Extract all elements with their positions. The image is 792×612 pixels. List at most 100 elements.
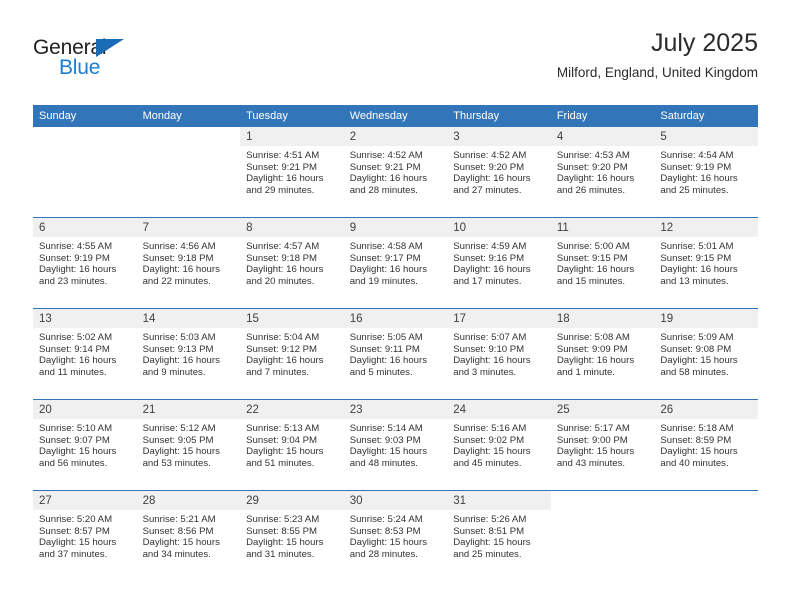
day-detail-daylight-line1: Daylight: 16 hours: [453, 264, 531, 276]
calendar-day-cell[interactable]: 31 Sunrise: 5:26 AM Sunset: 8:51 PM Dayligh…: [447, 490, 551, 581]
calendar-day-cell-empty: [137, 127, 241, 218]
day-cell-inner: 14 Sunrise: 5:03 AM Sunset: 9:13 PM Dayligh…: [136, 309, 241, 399]
day-detail-sunset: Sunset: 9:08 PM: [660, 343, 732, 355]
day-detail-daylight-line2: and 37 minutes.: [39, 548, 108, 560]
calendar-day-cell[interactable]: 21 Sunrise: 5:12 AM Sunset: 9:05 PM Dayligh…: [136, 399, 241, 491]
weekday-header-wednesday: Wednesday: [343, 105, 448, 127]
calendar-day-cell[interactable]: 22 Sunrise: 5:13 AM Sunset: 9:04 PM Dayligh…: [240, 399, 344, 491]
day-number: 23: [343, 400, 448, 419]
weekday-header-tuesday: Tuesday: [240, 105, 344, 127]
calendar-day-cell[interactable]: 7 Sunrise: 4:56 AM Sunset: 9:18 PM Daylight…: [136, 217, 241, 309]
calendar-day-cell[interactable]: 3 Sunrise: 4:52 AM Sunset: 9:20 PM Daylight…: [447, 127, 551, 218]
calendar-day-cell[interactable]: 14 Sunrise: 5:03 AM Sunset: 9:13 PM Dayligh…: [136, 308, 241, 400]
day-detail-daylight-line2: and 5 minutes.: [349, 366, 413, 378]
page-header: General Blue July 2025 Milford, England,…: [33, 28, 758, 94]
day-number: 24: [447, 400, 551, 419]
day-detail-sunset: Sunset: 9:18 PM: [142, 252, 214, 264]
calendar-day-cell[interactable]: 12 Sunrise: 5:01 AM Sunset: 9:15 PM Dayligh…: [654, 217, 758, 309]
day-detail-daylight-line2: and 17 minutes.: [453, 275, 522, 287]
day-cell-inner: 3 Sunrise: 4:52 AM Sunset: 9:20 PM Daylight…: [447, 127, 551, 217]
day-number: 8: [240, 218, 344, 237]
day-cell-inner: 18 Sunrise: 5:08 AM Sunset: 9:09 PM Dayligh…: [550, 309, 655, 399]
day-detail-daylight-line2: and 56 minutes.: [39, 457, 108, 469]
day-cell-inner: 11 Sunrise: 5:00 AM Sunset: 9:15 PM Dayligh…: [550, 218, 655, 308]
day-detail-sunrise: Sunrise: 5:21 AM: [142, 514, 216, 525]
calendar-day-cell[interactable]: 1 Sunrise: 4:51 AM Sunset: 9:21 PM Daylight…: [240, 127, 344, 218]
day-detail-daylight-line1: Daylight: 16 hours: [246, 264, 324, 276]
day-detail-daylight-line1: Daylight: 16 hours: [660, 264, 738, 276]
calendar-day-cell[interactable]: 25 Sunrise: 5:17 AM Sunset: 9:00 PM Dayligh…: [550, 399, 655, 491]
day-number: 27: [33, 491, 137, 510]
calendar-day-cell[interactable]: 16 Sunrise: 5:05 AM Sunset: 9:11 PM Dayligh…: [343, 308, 448, 400]
day-cell-inner: 27 Sunrise: 5:20 AM Sunset: 8:57 PM Dayligh…: [33, 491, 137, 581]
day-detail-sunrise: Sunrise: 4:59 AM: [453, 241, 527, 252]
calendar-day-cell[interactable]: 10 Sunrise: 4:59 AM Sunset: 9:16 PM Dayligh…: [447, 217, 551, 309]
calendar-day-cell[interactable]: 6 Sunrise: 4:55 AM Sunset: 9:19 PM Daylight…: [33, 217, 137, 309]
calendar-day-cell[interactable]: 30 Sunrise: 5:24 AM Sunset: 8:53 PM Dayligh…: [343, 490, 448, 581]
calendar-day-cell[interactable]: 29 Sunrise: 5:23 AM Sunset: 8:55 PM Dayligh…: [240, 490, 344, 581]
calendar-week-row: 27 Sunrise: 5:20 AM Sunset: 8:57 PM Dayligh…: [33, 490, 758, 581]
weekday-header-friday: Friday: [550, 105, 655, 127]
day-number: [551, 491, 655, 510]
day-detail-daylight-line1: Daylight: 16 hours: [349, 355, 428, 367]
day-detail-sunrise: Sunrise: 5:03 AM: [142, 332, 216, 343]
day-detail-sunset: Sunset: 9:17 PM: [349, 252, 421, 264]
day-detail-sunset: Sunset: 9:04 PM: [246, 434, 318, 446]
day-detail-daylight-line1: Daylight: 16 hours: [453, 173, 531, 185]
title-block: July 2025 Milford, England, United Kingd…: [557, 28, 758, 84]
day-detail-sunrise: Sunrise: 4:52 AM: [349, 150, 423, 161]
calendar-day-cell[interactable]: 8 Sunrise: 4:57 AM Sunset: 9:18 PM Daylight…: [240, 217, 344, 309]
day-detail-sunrise: Sunrise: 4:52 AM: [453, 150, 527, 161]
day-details: Sunrise: 5:10 AM Sunset: 9:07 PM Daylight:…: [33, 419, 137, 469]
calendar-day-cell[interactable]: 11 Sunrise: 5:00 AM Sunset: 9:15 PM Dayligh…: [550, 217, 655, 309]
day-details: Sunrise: 5:12 AM Sunset: 9:05 PM Daylight:…: [137, 419, 241, 469]
day-detail-sunset: Sunset: 9:10 PM: [453, 343, 525, 355]
day-detail-sunset: Sunset: 8:55 PM: [246, 525, 318, 537]
calendar-day-cell[interactable]: 23 Sunrise: 5:14 AM Sunset: 9:03 PM Dayligh…: [343, 399, 448, 491]
calendar-page: General Blue July 2025 Milford, England,…: [0, 0, 792, 612]
day-cell-inner: 4 Sunrise: 4:53 AM Sunset: 9:20 PM Daylight…: [550, 127, 655, 217]
day-detail-sunrise: Sunrise: 5:10 AM: [39, 423, 113, 434]
general-blue-logo[interactable]: General Blue: [33, 36, 233, 88]
calendar-day-cell[interactable]: 24 Sunrise: 5:16 AM Sunset: 9:02 PM Dayligh…: [447, 399, 551, 491]
day-cell-inner: 6 Sunrise: 4:55 AM Sunset: 9:19 PM Daylight…: [33, 218, 137, 308]
day-detail-sunset: Sunset: 8:53 PM: [349, 525, 421, 537]
day-details: Sunrise: 5:23 AM Sunset: 8:55 PM Daylight:…: [240, 510, 344, 560]
day-detail-daylight-line2: and 20 minutes.: [246, 275, 315, 287]
day-detail-sunset: Sunset: 8:56 PM: [142, 525, 214, 537]
day-detail-sunset: Sunset: 9:20 PM: [453, 161, 525, 173]
day-detail-daylight-line1: Daylight: 16 hours: [142, 355, 220, 367]
day-cell-inner: 2 Sunrise: 4:52 AM Sunset: 9:21 PM Daylight…: [343, 127, 448, 217]
day-detail-sunset: Sunset: 9:21 PM: [246, 161, 318, 173]
day-cell-inner: 17 Sunrise: 5:07 AM Sunset: 9:10 PM Dayligh…: [447, 309, 551, 399]
day-cell-inner: 9 Sunrise: 4:58 AM Sunset: 9:17 PM Daylight…: [343, 218, 448, 308]
calendar-day-cell[interactable]: 27 Sunrise: 5:20 AM Sunset: 8:57 PM Dayligh…: [33, 490, 137, 581]
calendar-day-cell[interactable]: 15 Sunrise: 5:04 AM Sunset: 9:12 PM Dayligh…: [240, 308, 344, 400]
day-detail-daylight-line1: Daylight: 15 hours: [660, 446, 738, 458]
day-details: Sunrise: 4:54 AM Sunset: 9:19 PM Daylight:…: [654, 146, 758, 196]
day-cell-inner: 26 Sunrise: 5:18 AM Sunset: 8:59 PM Dayligh…: [654, 400, 758, 490]
day-detail-sunset: Sunset: 9:15 PM: [660, 252, 732, 264]
day-detail-sunset: Sunset: 9:19 PM: [660, 161, 732, 173]
calendar-day-cell[interactable]: 20 Sunrise: 5:10 AM Sunset: 9:07 PM Dayligh…: [33, 399, 137, 491]
day-detail-daylight-line1: Daylight: 15 hours: [349, 446, 428, 458]
calendar-day-cell[interactable]: 5 Sunrise: 4:54 AM Sunset: 9:19 PM Daylight…: [654, 127, 758, 218]
calendar-day-cell[interactable]: 13 Sunrise: 5:02 AM Sunset: 9:14 PM Dayligh…: [33, 308, 137, 400]
calendar-week-row: 1 Sunrise: 4:51 AM Sunset: 9:21 PM Daylight…: [33, 127, 758, 218]
day-number: 2: [343, 127, 448, 146]
day-number: 16: [343, 309, 448, 328]
day-number: 30: [343, 491, 448, 510]
day-detail-daylight-line1: Daylight: 16 hours: [349, 264, 428, 276]
calendar-day-cell[interactable]: 9 Sunrise: 4:58 AM Sunset: 9:17 PM Daylight…: [343, 217, 448, 309]
calendar-week-row: 20 Sunrise: 5:10 AM Sunset: 9:07 PM Dayligh…: [33, 399, 758, 491]
calendar-day-cell[interactable]: 17 Sunrise: 5:07 AM Sunset: 9:10 PM Dayligh…: [447, 308, 551, 400]
calendar-day-cell[interactable]: 4 Sunrise: 4:53 AM Sunset: 9:20 PM Daylight…: [550, 127, 655, 218]
calendar-day-cell[interactable]: 26 Sunrise: 5:18 AM Sunset: 8:59 PM Dayligh…: [654, 399, 758, 491]
calendar-day-cell[interactable]: 18 Sunrise: 5:08 AM Sunset: 9:09 PM Dayligh…: [550, 308, 655, 400]
calendar-day-cell[interactable]: 2 Sunrise: 4:52 AM Sunset: 9:21 PM Daylight…: [343, 127, 448, 218]
day-detail-daylight-line2: and 13 minutes.: [660, 275, 729, 287]
day-number: 10: [447, 218, 551, 237]
calendar-day-cell[interactable]: 19 Sunrise: 5:09 AM Sunset: 9:08 PM Dayligh…: [654, 308, 758, 400]
calendar-day-cell[interactable]: 28 Sunrise: 5:21 AM Sunset: 8:56 PM Dayligh…: [136, 490, 241, 581]
day-cell-inner: 20 Sunrise: 5:10 AM Sunset: 9:07 PM Dayligh…: [33, 400, 137, 490]
